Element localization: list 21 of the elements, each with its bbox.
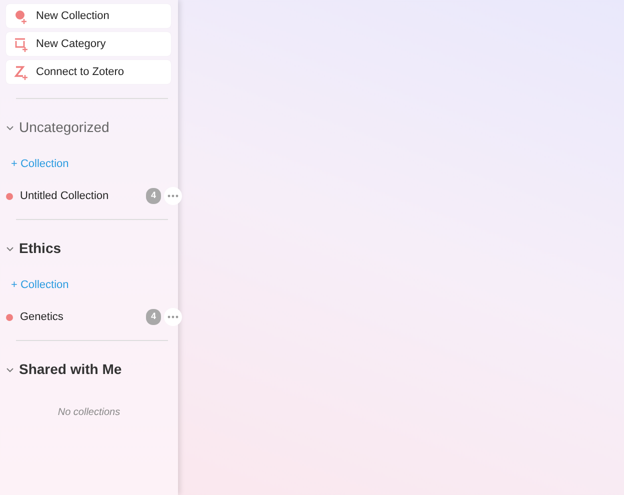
chevron-icon[interactable] xyxy=(6,124,14,132)
more-icon xyxy=(167,315,179,319)
section-title[interactable]: Ethics xyxy=(19,238,62,259)
action-button[interactable]: Connect to Zotero xyxy=(6,60,171,84)
z-plus-icon xyxy=(14,64,28,80)
collection-name[interactable]: Untitled Collection xyxy=(20,188,146,204)
count-badge: 4 xyxy=(146,188,161,204)
plus-frame-icon xyxy=(14,36,28,52)
empty-message: No collections xyxy=(56,406,122,420)
section-title[interactable]: Uncategorized xyxy=(19,117,110,138)
more-icon xyxy=(167,194,179,198)
chevron-icon[interactable] xyxy=(6,244,14,252)
action-button[interactable]: New Collection xyxy=(6,4,171,28)
collection-name[interactable]: Genetics xyxy=(20,308,146,326)
plus-dot-icon xyxy=(14,8,28,24)
chevron-icon[interactable] xyxy=(6,366,14,374)
section-title[interactable]: Shared with Me xyxy=(19,359,122,380)
more-button[interactable] xyxy=(164,187,182,205)
more-button[interactable] xyxy=(164,308,182,326)
count-badge: 4 xyxy=(146,309,161,325)
action-button[interactable]: New Category xyxy=(6,32,171,56)
